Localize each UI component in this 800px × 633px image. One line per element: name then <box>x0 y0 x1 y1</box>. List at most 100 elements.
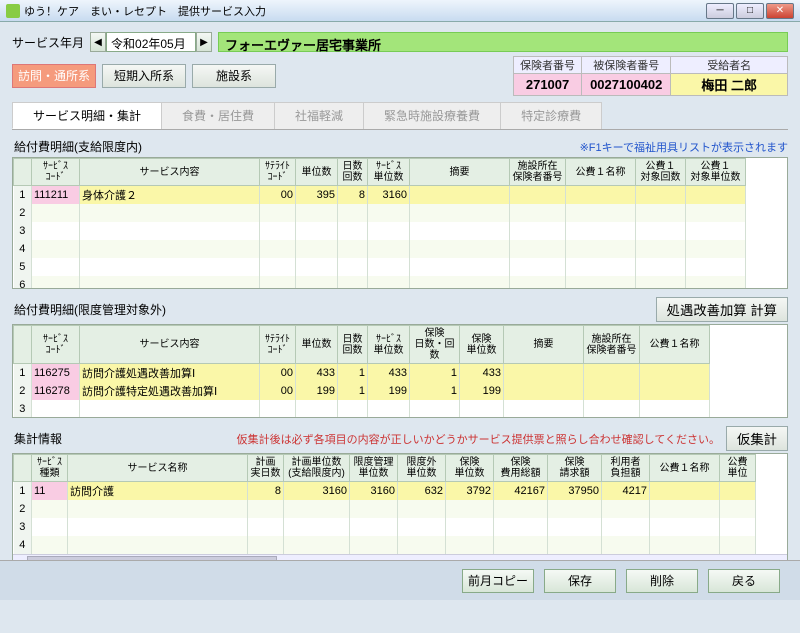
cell[interactable] <box>338 222 368 240</box>
cell[interactable] <box>32 204 80 222</box>
cell[interactable] <box>410 258 510 276</box>
cell[interactable] <box>338 418 368 419</box>
cell[interactable] <box>248 536 284 554</box>
cell[interactable]: 3160 <box>368 186 410 204</box>
treatment-calc-button[interactable]: 処遇改善加算 計算 <box>656 297 788 322</box>
cell[interactable] <box>460 400 504 418</box>
cell[interactable] <box>510 204 566 222</box>
cell[interactable] <box>510 186 566 204</box>
cell[interactable] <box>566 186 636 204</box>
cell[interactable] <box>720 482 756 500</box>
cell[interactable] <box>32 536 68 554</box>
cell[interactable] <box>398 536 446 554</box>
cell[interactable] <box>566 258 636 276</box>
category-2[interactable]: 施設系 <box>192 64 276 88</box>
cell[interactable] <box>602 518 650 536</box>
cell[interactable] <box>80 276 260 290</box>
cell[interactable]: 1 <box>14 186 32 204</box>
cell[interactable]: 4 <box>14 240 32 258</box>
cell[interactable] <box>338 240 368 258</box>
cell[interactable] <box>636 276 686 290</box>
cell[interactable]: 199 <box>460 382 504 400</box>
cell[interactable] <box>566 276 636 290</box>
tab-0[interactable]: サービス明細・集計 <box>12 102 162 129</box>
cell[interactable]: 6 <box>14 276 32 290</box>
cell[interactable]: 632 <box>398 482 446 500</box>
cell[interactable] <box>350 518 398 536</box>
tab-2[interactable]: 社福軽減 <box>274 102 364 129</box>
cell[interactable] <box>686 258 746 276</box>
cell[interactable] <box>640 400 710 418</box>
cell[interactable] <box>566 222 636 240</box>
cell[interactable] <box>494 536 548 554</box>
cell[interactable] <box>510 222 566 240</box>
next-month-button[interactable]: ▶ <box>196 32 212 52</box>
cell[interactable] <box>368 400 410 418</box>
cell[interactable] <box>460 418 504 419</box>
cell[interactable] <box>510 276 566 290</box>
cell[interactable] <box>548 518 602 536</box>
cell[interactable] <box>260 240 296 258</box>
cell[interactable] <box>368 276 410 290</box>
cell[interactable] <box>398 518 446 536</box>
cell[interactable] <box>350 500 398 518</box>
cell[interactable] <box>504 400 584 418</box>
cell[interactable] <box>636 240 686 258</box>
cell[interactable]: 2 <box>14 204 32 222</box>
cell[interactable]: 2 <box>14 382 32 400</box>
cell[interactable] <box>368 418 410 419</box>
cell[interactable] <box>548 536 602 554</box>
cell[interactable]: 4 <box>14 536 32 554</box>
cell[interactable] <box>260 258 296 276</box>
cell[interactable] <box>260 222 296 240</box>
cell[interactable]: 1 <box>410 382 460 400</box>
cell[interactable]: 1 <box>338 382 368 400</box>
cell[interactable] <box>32 222 80 240</box>
cell[interactable] <box>410 276 510 290</box>
cell[interactable] <box>260 418 296 419</box>
cell[interactable] <box>368 240 410 258</box>
cell[interactable] <box>584 382 640 400</box>
cell[interactable]: 8 <box>248 482 284 500</box>
cell[interactable] <box>32 276 80 290</box>
cell[interactable] <box>296 400 338 418</box>
cell[interactable] <box>32 400 80 418</box>
cell[interactable] <box>338 204 368 222</box>
cell[interactable] <box>338 276 368 290</box>
cell[interactable]: 433 <box>296 364 338 382</box>
cell[interactable] <box>720 536 756 554</box>
cell[interactable]: 00 <box>260 186 296 204</box>
cell[interactable]: 111211 <box>32 186 80 204</box>
cell[interactable] <box>650 500 720 518</box>
cell[interactable] <box>636 258 686 276</box>
save-button[interactable]: 保存 <box>544 569 616 593</box>
cell[interactable]: 訪問介護処遇改善加算Ⅰ <box>80 364 260 382</box>
cell[interactable]: 199 <box>296 382 338 400</box>
cell[interactable] <box>260 276 296 290</box>
cell[interactable] <box>398 500 446 518</box>
cell[interactable] <box>504 418 584 419</box>
cell[interactable] <box>650 536 720 554</box>
cell[interactable]: 1 <box>14 364 32 382</box>
prev-month-button[interactable]: ◀ <box>90 32 106 52</box>
cell[interactable]: 42167 <box>494 482 548 500</box>
cell[interactable] <box>248 518 284 536</box>
cell[interactable]: 2 <box>14 500 32 518</box>
cell[interactable] <box>80 222 260 240</box>
prev-month-copy-button[interactable]: 前月コピー <box>462 569 534 593</box>
cell[interactable] <box>338 258 368 276</box>
cell[interactable] <box>68 518 248 536</box>
temp-summary-button[interactable]: 仮集計 <box>726 426 788 451</box>
cell[interactable]: 訪問介護特定処遇改善加算Ⅰ <box>80 382 260 400</box>
cell[interactable]: 3160 <box>284 482 350 500</box>
cell[interactable] <box>410 204 510 222</box>
cell[interactable]: 11 <box>32 482 68 500</box>
cell[interactable] <box>368 204 410 222</box>
cell[interactable] <box>350 536 398 554</box>
cell[interactable] <box>410 240 510 258</box>
cell[interactable] <box>602 500 650 518</box>
cell[interactable] <box>548 500 602 518</box>
cell[interactable] <box>338 400 368 418</box>
cell[interactable]: 37950 <box>548 482 602 500</box>
cell[interactable] <box>296 258 338 276</box>
